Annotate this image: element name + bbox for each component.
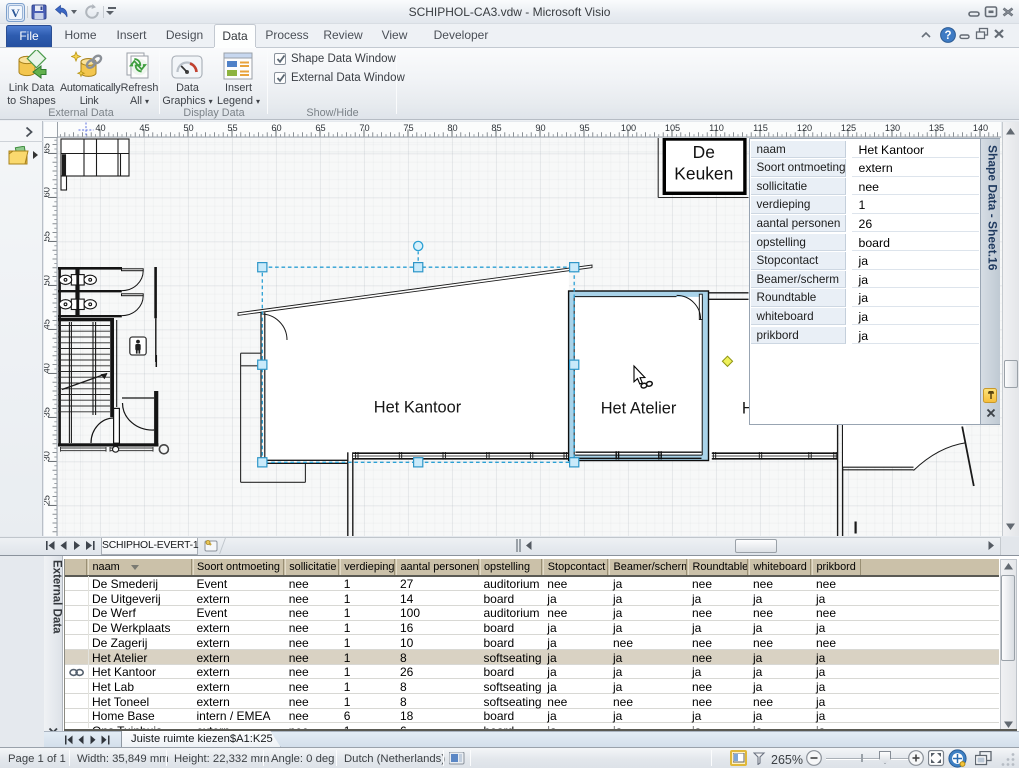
svg-text:De: De <box>693 142 715 162</box>
svg-text:45: 45 <box>139 123 149 133</box>
svg-text:120: 120 <box>797 123 812 133</box>
svg-text:55: 55 <box>44 231 52 241</box>
svg-text:130: 130 <box>885 123 900 133</box>
svg-text:115: 115 <box>753 123 768 133</box>
svg-text:50: 50 <box>44 275 52 285</box>
svg-text:95: 95 <box>579 123 589 133</box>
svg-text:70: 70 <box>359 123 369 133</box>
svg-text:135: 135 <box>929 123 944 133</box>
svg-text:40: 40 <box>95 123 105 133</box>
svg-text:Het Atelier: Het Atelier <box>601 400 677 418</box>
svg-text:65: 65 <box>44 143 52 153</box>
svg-text:60: 60 <box>271 123 281 133</box>
svg-text:85: 85 <box>491 123 501 133</box>
svg-text:75: 75 <box>403 123 413 133</box>
svg-text:100: 100 <box>621 123 636 133</box>
svg-text:80: 80 <box>447 123 457 133</box>
svg-text:35: 35 <box>44 407 52 417</box>
svg-text:125: 125 <box>841 123 856 133</box>
svg-text:105: 105 <box>665 123 680 133</box>
svg-text:60: 60 <box>44 187 52 197</box>
svg-text:50: 50 <box>183 123 193 133</box>
svg-text:30: 30 <box>44 451 52 461</box>
svg-text:65: 65 <box>315 123 325 133</box>
svg-text:40: 40 <box>44 363 52 373</box>
svg-text:140: 140 <box>973 123 988 133</box>
svg-text:45: 45 <box>44 319 52 329</box>
svg-text:25: 25 <box>44 495 52 505</box>
svg-text:90: 90 <box>535 123 545 133</box>
svg-text:110: 110 <box>709 123 724 133</box>
svg-text:?: ? <box>944 30 951 42</box>
svg-text:Keuken: Keuken <box>674 164 733 184</box>
svg-text:55: 55 <box>227 123 237 133</box>
svg-text:Het Kantoor: Het Kantoor <box>374 399 462 417</box>
